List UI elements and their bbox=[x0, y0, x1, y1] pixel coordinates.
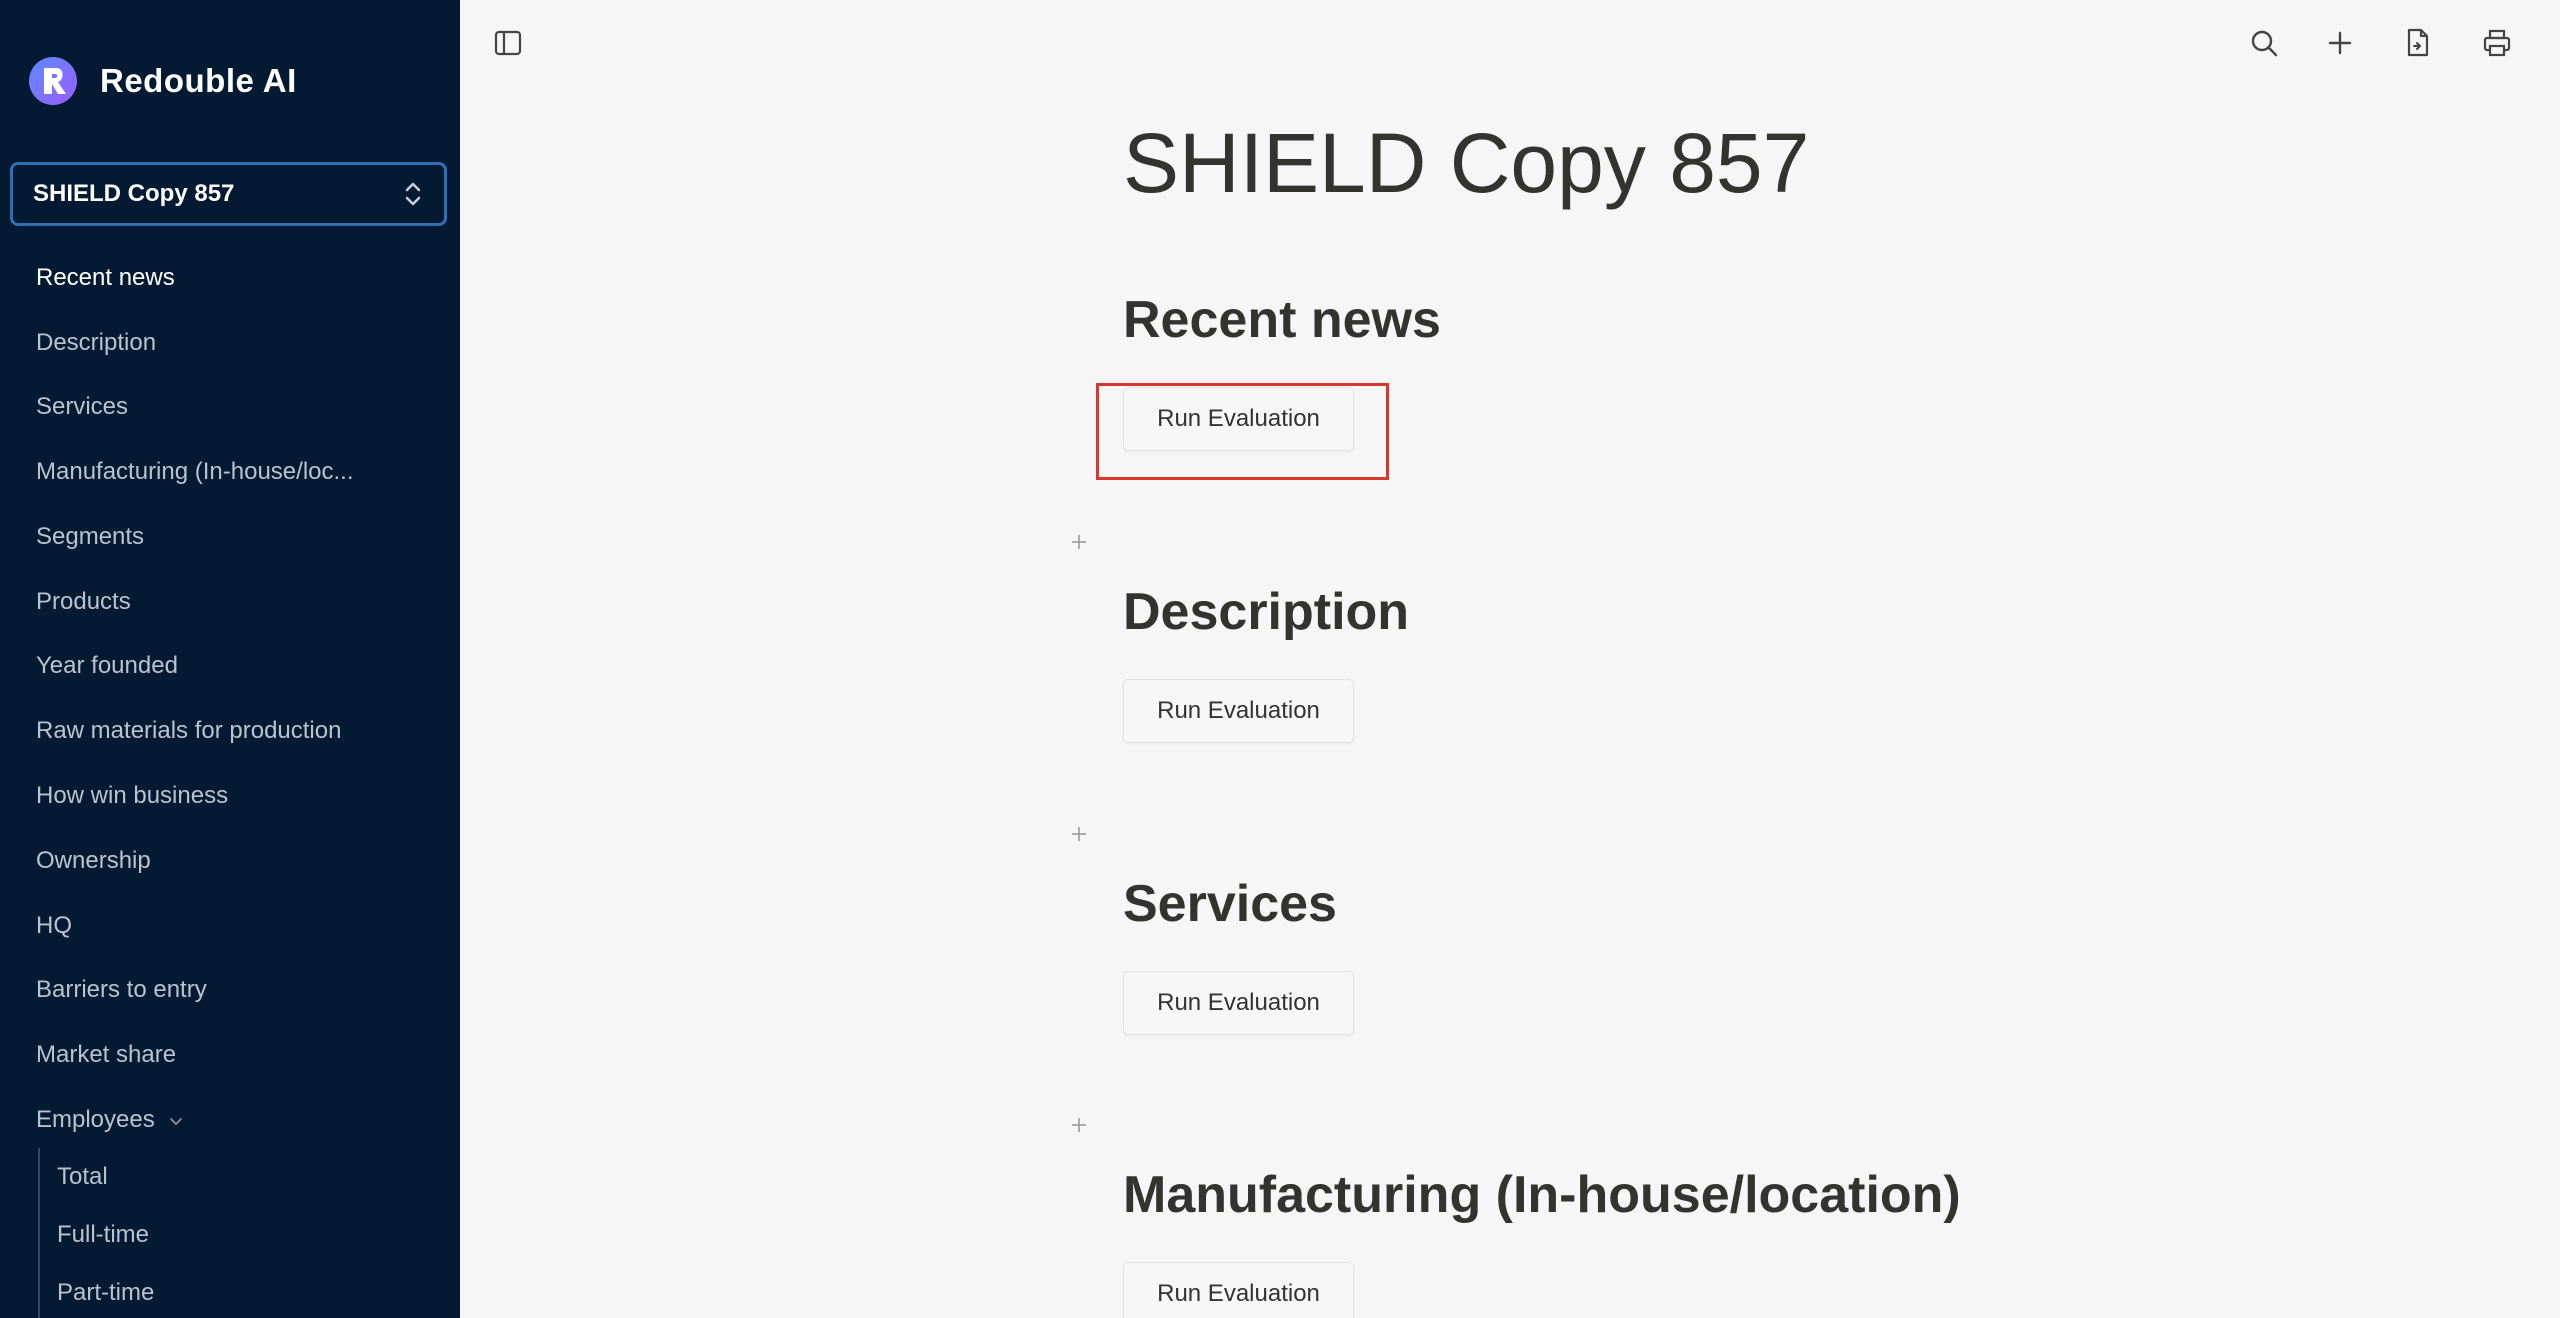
add-block-plus-icon[interactable] bbox=[1070, 533, 1088, 551]
run-evaluation-button[interactable]: Run Evaluation bbox=[1123, 1262, 1354, 1318]
search-icon bbox=[2251, 30, 2278, 57]
document-selector-value: SHIELD Copy 857 bbox=[33, 180, 235, 207]
run-evaluation-button[interactable]: Run Evaluation bbox=[1123, 679, 1354, 743]
print-icon bbox=[2483, 29, 2511, 57]
sidebar-item-products[interactable]: Products bbox=[36, 588, 131, 616]
section-title-description: Description bbox=[1123, 583, 1410, 641]
run-evaluation-button[interactable]: Run Evaluation bbox=[1123, 971, 1354, 1035]
sidebar-item-how-win-business[interactable]: How win business bbox=[36, 782, 228, 810]
sidebar-item-manufacturing[interactable]: Manufacturing (In-house/loc... bbox=[36, 458, 354, 486]
sidebar-item-raw-materials[interactable]: Raw materials for production bbox=[36, 717, 341, 745]
sidebar-item-employees-label: Employees bbox=[36, 1106, 155, 1133]
sidebar-toggle-button[interactable] bbox=[488, 23, 528, 63]
sidebar-subitem-full-time[interactable]: Full-time bbox=[57, 1221, 149, 1249]
brand-name: Redouble AI bbox=[100, 62, 297, 99]
search-button[interactable] bbox=[2244, 23, 2284, 63]
main-content: SHIELD Copy 857 Recent news Run Evaluati… bbox=[460, 0, 2560, 1318]
subitems-divider bbox=[38, 1148, 40, 1318]
sidebar-item-recent-news[interactable]: Recent news bbox=[36, 264, 175, 292]
sidebar-toggle-icon bbox=[494, 30, 522, 56]
brand[interactable]: Redouble AI bbox=[28, 56, 297, 106]
section-title-manufacturing: Manufacturing (In-house/location) bbox=[1123, 1166, 1961, 1224]
add-block-plus-icon[interactable] bbox=[1070, 1116, 1088, 1134]
section-title-services: Services bbox=[1123, 875, 1337, 933]
run-evaluation-button[interactable]: Run Evaluation bbox=[1123, 387, 1354, 451]
sidebar-item-employees[interactable]: Employees bbox=[36, 1106, 183, 1134]
sidebar-item-hq[interactable]: HQ bbox=[36, 912, 72, 940]
sidebar-item-ownership[interactable]: Ownership bbox=[36, 847, 151, 875]
add-button[interactable] bbox=[2320, 23, 2360, 63]
chevron-down-icon bbox=[170, 1117, 183, 1125]
print-button[interactable] bbox=[2477, 23, 2517, 63]
sidebar-item-description[interactable]: Description bbox=[36, 329, 156, 357]
sidebar-item-market-share[interactable]: Market share bbox=[36, 1041, 176, 1069]
document-selector[interactable]: SHIELD Copy 857 bbox=[10, 162, 447, 226]
sidebar-subitem-part-time[interactable]: Part-time bbox=[57, 1279, 154, 1307]
export-file-icon bbox=[2407, 28, 2429, 57]
plus-icon bbox=[2328, 31, 2352, 55]
add-block-plus-icon[interactable] bbox=[1070, 825, 1088, 843]
export-button[interactable] bbox=[2398, 23, 2438, 63]
sidebar-item-services[interactable]: Services bbox=[36, 393, 128, 421]
sidebar-item-barriers-to-entry[interactable]: Barriers to entry bbox=[36, 976, 207, 1004]
chevron-up-down-icon bbox=[405, 182, 421, 206]
sidebar: Redouble AI SHIELD Copy 857 Recent news … bbox=[0, 0, 460, 1318]
sidebar-item-segments[interactable]: Segments bbox=[36, 523, 144, 551]
redouble-logo-icon bbox=[29, 57, 77, 105]
sidebar-item-year-founded[interactable]: Year founded bbox=[36, 652, 178, 680]
section-title-recent-news: Recent news bbox=[1123, 291, 1441, 349]
page-title: SHIELD Copy 857 bbox=[1123, 116, 1810, 210]
sidebar-subitem-total[interactable]: Total bbox=[57, 1163, 108, 1191]
app-window: Redouble AI SHIELD Copy 857 Recent news … bbox=[0, 0, 2560, 1318]
